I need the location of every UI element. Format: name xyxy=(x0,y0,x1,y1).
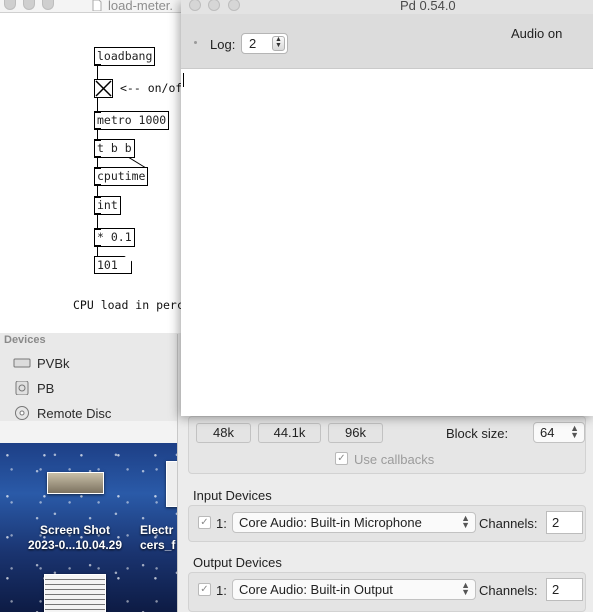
desktop-icon-sublabel: cers_f xyxy=(140,538,176,552)
log-level-select[interactable]: 2 ▲ ▼ xyxy=(241,33,288,54)
text-caret xyxy=(183,73,184,87)
sidebar-item-label: PVBk xyxy=(37,355,70,371)
toggle-on-off[interactable] xyxy=(94,79,113,98)
sidebar-item-label: PB xyxy=(37,380,55,396)
input-device-value: Core Audio: Built-in Microphone xyxy=(239,515,422,530)
pd-toolbar: Log: 2 ▲ ▼ Audio on xyxy=(181,14,593,69)
patch-cord xyxy=(97,246,98,256)
comment-on-off: <-- on/of xyxy=(120,81,183,95)
minimize-button[interactable] xyxy=(23,0,35,10)
checkmark-icon: ✓ xyxy=(200,517,209,528)
rate-96k-button[interactable]: 96k xyxy=(328,423,383,443)
patch-titlebar[interactable]: load-meter. xyxy=(0,0,182,13)
desktop-icon-label: Electr xyxy=(140,523,174,537)
zoom-button[interactable] xyxy=(228,0,240,11)
output-device-index: 1: xyxy=(216,583,227,598)
desktop-icon-document[interactable]: Electr cers_f xyxy=(140,523,178,553)
sidebar-item-remote-disc[interactable]: Remote Disc xyxy=(13,403,111,423)
audio-status: Audio on xyxy=(511,26,563,41)
patch-window: load-meter. loadbang <-- on/of metro 100… xyxy=(0,0,184,333)
object-cputime[interactable]: cputime xyxy=(94,167,149,186)
pd-main-window: Pd 0.54.0 Log: 2 ▲ ▼ Audio on xyxy=(181,0,593,416)
output-device-checkbox[interactable]: ✓ xyxy=(198,583,211,596)
rate-48k-button[interactable]: 48k xyxy=(196,423,251,443)
disk-icon xyxy=(15,381,29,395)
object-trigger[interactable]: t b b xyxy=(94,139,135,158)
log-level-value: 2 xyxy=(249,36,257,51)
toggle-x-icon xyxy=(95,80,112,97)
drive-icon xyxy=(13,358,31,368)
patch-cord xyxy=(97,186,98,196)
output-channels-label: Channels: xyxy=(479,583,538,598)
input-devices-heading: Input Devices xyxy=(193,488,272,503)
pd-titlebar[interactable]: Pd 0.54.0 xyxy=(181,0,593,14)
chevron-updown-icon: ▲ ▼ xyxy=(461,580,470,597)
screenshot-thumbnail[interactable] xyxy=(47,472,104,494)
input-device-index: 1: xyxy=(216,516,227,531)
object-int[interactable]: int xyxy=(94,196,121,215)
patch-cord xyxy=(97,157,98,167)
dsp-indicator-icon xyxy=(194,41,197,44)
desktop-background: Screen Shot 2023-0...10.04.29 Electr cer… xyxy=(0,443,178,612)
chevron-updown-icon: ▲ ▼ xyxy=(461,513,470,530)
output-devices-heading: Output Devices xyxy=(193,555,282,570)
object-multiply[interactable]: * 0.1 xyxy=(94,228,135,247)
document-thumbnail[interactable] xyxy=(44,574,106,612)
input-device-checkbox[interactable]: ✓ xyxy=(198,516,211,529)
zoom-button[interactable] xyxy=(42,0,54,10)
use-callbacks-checkbox[interactable]: ✓ xyxy=(335,452,348,465)
document-icon xyxy=(92,0,102,11)
disc-icon xyxy=(15,406,29,420)
input-device-select[interactable]: Core Audio: Built-in Microphone ▲ ▼ xyxy=(232,512,476,533)
log-label: Log: xyxy=(210,37,236,52)
comment-cpu-load: CPU load in perc xyxy=(73,298,184,312)
close-button[interactable] xyxy=(4,0,16,10)
object-metro[interactable]: metro 1000 xyxy=(94,111,170,130)
console-output[interactable] xyxy=(181,70,593,416)
use-callbacks-label: Use callbacks xyxy=(354,452,435,467)
block-size-label: Block size: xyxy=(446,426,509,441)
chevron-updown-icon: ▲ ▼ xyxy=(570,423,579,440)
desktop-icon-screenshot[interactable]: Screen Shot 2023-0...10.04.29 xyxy=(12,523,138,553)
patch-cord xyxy=(97,98,98,111)
rate-44-1k-button[interactable]: 44.1k xyxy=(258,423,321,443)
chevron-updown-icon: ▲ ▼ xyxy=(272,36,285,51)
checkmark-icon: ✓ xyxy=(337,453,346,464)
close-button[interactable] xyxy=(189,0,201,11)
patch-cord xyxy=(97,214,98,228)
patch-title: load-meter. xyxy=(108,0,174,13)
output-device-select[interactable]: Core Audio: Built-in Output ▲ ▼ xyxy=(232,579,476,600)
desktop-icon-label: Screen Shot xyxy=(39,523,111,537)
sidebar-section-devices: Devices xyxy=(4,334,46,346)
window-edge xyxy=(0,421,178,443)
output-channels-field[interactable]: 2 xyxy=(546,578,583,601)
output-device-value: Core Audio: Built-in Output xyxy=(239,582,393,597)
pd-window-title: Pd 0.54.0 xyxy=(400,0,456,13)
patch-cord xyxy=(97,130,98,139)
minimize-button[interactable] xyxy=(208,0,220,11)
sidebar-item-pvbk[interactable]: PVBk xyxy=(13,353,70,373)
number-box[interactable]: 101 xyxy=(94,256,132,274)
input-channels-label: Channels: xyxy=(479,516,538,531)
desktop-icon-sublabel: 2023-0...10.04.29 xyxy=(27,538,123,552)
input-channels-field[interactable]: 2 xyxy=(546,511,583,534)
patch-cord xyxy=(97,66,98,79)
finder-sidebar: Devices PVBk PB Remote Disc xyxy=(0,333,178,421)
sidebar-item-label: Remote Disc xyxy=(37,405,112,421)
sidebar-item-pb[interactable]: PB xyxy=(13,378,54,398)
block-size-value: 64 xyxy=(540,425,555,440)
block-size-select[interactable]: 64 ▲ ▼ xyxy=(533,422,585,443)
object-loadbang[interactable]: loadbang xyxy=(94,47,156,66)
checkmark-icon: ✓ xyxy=(200,584,209,595)
